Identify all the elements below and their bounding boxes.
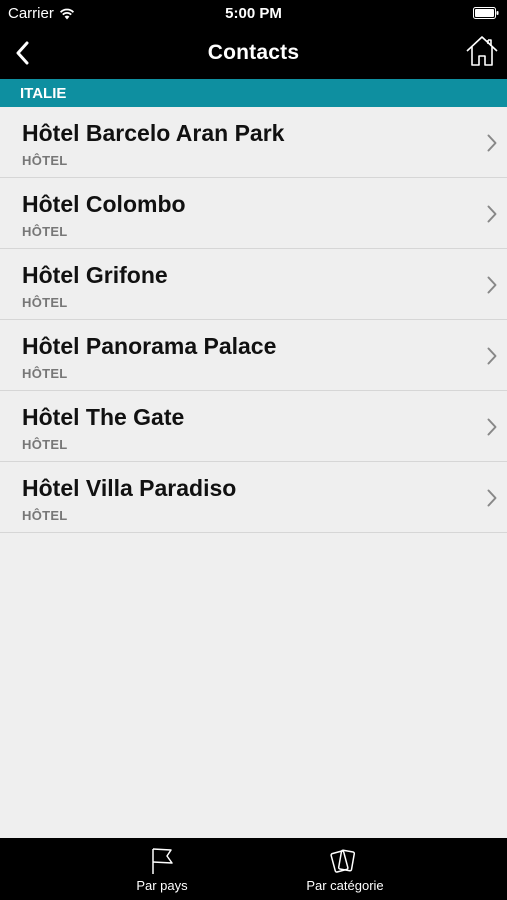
tab-par-pays[interactable]: Par pays [112, 838, 212, 900]
battery-icon [473, 7, 499, 19]
home-icon [466, 36, 498, 66]
chevron-right-icon [487, 489, 497, 507]
list-item[interactable]: Hôtel Colombo HÔTEL [0, 178, 507, 249]
list-item[interactable]: Hôtel Villa Paradiso HÔTEL [0, 462, 507, 533]
section-header: ITALIE [0, 79, 507, 107]
contact-name: Hôtel Barcelo Aran Park [22, 120, 285, 146]
tab-label: Par catégorie [306, 878, 384, 893]
contact-list: Hôtel Barcelo Aran Park HÔTEL Hôtel Colo… [0, 107, 507, 533]
navigation-bar: Contacts [0, 28, 507, 79]
contact-name: Hôtel The Gate [22, 404, 185, 430]
list-item[interactable]: Hôtel Barcelo Aran Park HÔTEL [0, 107, 507, 178]
contact-name: Hôtel Villa Paradiso [22, 475, 237, 501]
chevron-right-icon [487, 347, 497, 365]
chevron-right-icon [487, 418, 497, 436]
contact-category: HÔTEL [22, 437, 68, 452]
cards-icon [330, 849, 356, 873]
status-time: 5:00 PM [225, 5, 282, 22]
page-title: Contacts [207, 41, 300, 64]
tab-par-categorie[interactable]: Par catégorie [290, 838, 400, 900]
contact-name: Hôtel Colombo [22, 191, 186, 217]
contact-name: Hôtel Panorama Palace [22, 333, 277, 359]
contact-category: HÔTEL [22, 366, 68, 381]
contact-name: Hôtel Grifone [22, 262, 168, 288]
contact-category: HÔTEL [22, 295, 68, 310]
list-item[interactable]: Hôtel Panorama Palace HÔTEL [0, 320, 507, 391]
contact-category: HÔTEL [22, 508, 68, 523]
chevron-right-icon [487, 276, 497, 294]
flag-icon [152, 848, 173, 874]
tab-label: Par pays [136, 878, 188, 893]
status-bar: Carrier 5:00 PM [0, 0, 507, 28]
contact-category: HÔTEL [22, 224, 68, 239]
home-button[interactable] [465, 34, 499, 68]
chevron-right-icon [487, 205, 497, 223]
list-item[interactable]: Hôtel Grifone HÔTEL [0, 249, 507, 320]
contact-category: HÔTEL [22, 153, 68, 168]
list-item[interactable]: Hôtel The Gate HÔTEL [0, 391, 507, 462]
tab-bar: Par pays Par catégorie [0, 838, 507, 900]
chevron-right-icon [487, 134, 497, 152]
